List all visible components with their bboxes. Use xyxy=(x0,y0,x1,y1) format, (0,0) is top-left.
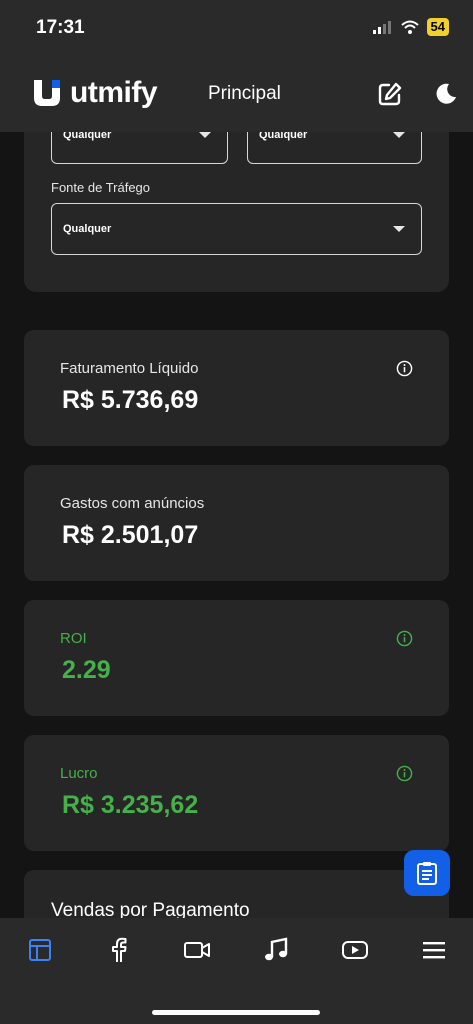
edit-button[interactable] xyxy=(374,78,406,110)
select-value: Qualquer xyxy=(63,132,112,141)
edit-icon xyxy=(378,82,402,106)
filters-card: Qualquer Qualquer Fonte de Tráfego Qualq… xyxy=(24,132,449,292)
filter-select-right[interactable]: Qualquer xyxy=(247,132,422,164)
video-camera-icon xyxy=(184,942,210,958)
home-indicator[interactable] xyxy=(152,1010,320,1015)
wifi-icon xyxy=(400,20,419,34)
dashboard-icon xyxy=(29,939,51,961)
metric-value: R$ 2.501,07 xyxy=(62,521,199,549)
nav-item-dashboard[interactable] xyxy=(24,934,56,966)
utmify-logo-icon xyxy=(34,80,60,106)
status-indicators: 54 xyxy=(372,18,449,36)
tiktok-icon xyxy=(265,937,288,961)
dashboard-content[interactable]: Qualquer Qualquer Fonte de Tráfego Qualq… xyxy=(0,132,473,918)
app-header: utmify Principal xyxy=(0,56,473,132)
metric-value: R$ 5.736,69 xyxy=(62,386,199,414)
status-time: 17:31 xyxy=(36,17,85,38)
nav-item-tiktok[interactable] xyxy=(260,934,292,966)
clipboard-icon xyxy=(417,862,437,885)
chevron-down-icon xyxy=(393,226,405,232)
metric-label: Gastos com anúncios xyxy=(60,495,205,512)
moon-icon xyxy=(436,83,456,104)
metric-card-profit: Lucro R$ 3.235,62 xyxy=(24,735,449,851)
metric-value: R$ 3.235,62 xyxy=(62,791,199,819)
sales-by-payment-card: Vendas por Pagamento xyxy=(24,870,449,918)
chevron-down-icon xyxy=(393,132,405,138)
report-fab-button[interactable] xyxy=(404,850,450,896)
metric-card-ad-spend: Gastos com anúncios R$ 2.501,07 xyxy=(24,465,449,581)
info-icon[interactable] xyxy=(396,360,413,377)
cellular-signal-icon xyxy=(372,21,391,34)
logo[interactable]: utmify xyxy=(30,76,158,110)
youtube-icon xyxy=(342,941,368,959)
nav-item-facebook[interactable] xyxy=(103,934,135,966)
info-icon[interactable] xyxy=(396,765,413,782)
page-title: Principal xyxy=(208,83,281,104)
logo-text: utmify xyxy=(70,76,158,109)
bottom-nav xyxy=(0,918,473,1024)
metric-card-roi: ROI 2.29 xyxy=(24,600,449,716)
traffic-source-select[interactable]: Qualquer xyxy=(51,203,422,255)
metric-label: Faturamento Líquido xyxy=(60,360,199,377)
section-title: Vendas por Pagamento xyxy=(51,900,250,918)
metric-label: Lucro xyxy=(60,765,98,782)
select-value: Qualquer xyxy=(63,223,112,235)
metric-card-net-revenue: Faturamento Líquido R$ 5.736,69 xyxy=(24,330,449,446)
facebook-icon xyxy=(112,937,127,962)
nav-item-youtube[interactable] xyxy=(339,934,371,966)
traffic-source-label: Fonte de Tráfego xyxy=(51,180,151,195)
chevron-down-icon xyxy=(199,132,211,138)
nav-item-video[interactable] xyxy=(181,934,213,966)
menu-icon xyxy=(423,942,445,959)
select-value: Qualquer xyxy=(259,132,308,141)
theme-toggle-button[interactable] xyxy=(430,78,462,110)
metric-label: ROI xyxy=(60,630,87,647)
battery-indicator: 54 xyxy=(426,18,449,36)
metric-value: 2.29 xyxy=(62,656,111,684)
filter-select-left[interactable]: Qualquer xyxy=(51,132,228,164)
nav-item-menu[interactable] xyxy=(418,934,450,966)
info-icon[interactable] xyxy=(396,630,413,647)
status-bar: 17:31 54 xyxy=(0,0,473,56)
